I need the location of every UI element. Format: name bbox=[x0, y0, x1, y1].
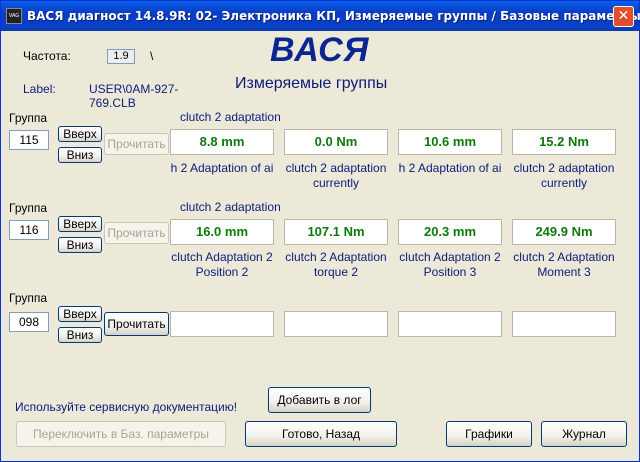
app-name-title: ВАСЯ bbox=[270, 31, 370, 69]
close-button[interactable]: ✕ bbox=[613, 6, 634, 27]
group-label: Группа bbox=[9, 111, 48, 125]
value-description-4: clutch 2 Adaptation Moment 3 bbox=[513, 250, 615, 279]
title-bar[interactable]: VAG ВАСЯ диагност 14.8.9R: 02- Электрони… bbox=[1, 1, 640, 31]
app-icon[interactable]: VAG bbox=[6, 8, 22, 24]
value-box-4: 15.2 Nm bbox=[512, 129, 616, 155]
value-box-1: 8.8 mm bbox=[170, 129, 274, 155]
frequency-label: Частота: bbox=[23, 49, 71, 63]
group-down-button[interactable]: Вниз bbox=[58, 327, 102, 343]
window-title: ВАСЯ диагност 14.8.9R: 02- Электроника К… bbox=[27, 9, 640, 23]
value-box-4: 249.9 Nm bbox=[512, 219, 616, 245]
group-down-button[interactable]: Вниз bbox=[58, 147, 102, 163]
switch-basic-params-button[interactable]: Переключить в Баз. параметры bbox=[16, 421, 226, 447]
log-button[interactable]: Журнал bbox=[541, 421, 627, 447]
group-number-input[interactable]: 115 bbox=[9, 130, 49, 150]
group-up-button[interactable]: Вверх bbox=[58, 126, 102, 142]
group-number-input[interactable]: 116 bbox=[9, 220, 49, 240]
service-doc-hint: Используйте сервисную документацию! bbox=[15, 400, 238, 414]
group-label: Группа bbox=[9, 201, 48, 215]
group-down-button[interactable]: Вниз bbox=[58, 237, 102, 253]
read-button[interactable]: Прочитать bbox=[104, 312, 169, 336]
frequency-value: 1.9 bbox=[107, 49, 135, 64]
label-file-value: USER\0AM-927-769.CLB bbox=[89, 82, 179, 110]
value-box-1 bbox=[170, 311, 274, 337]
group-up-button[interactable]: Вверх bbox=[58, 306, 102, 322]
client-area: Частота: 1.9 \ ВАСЯ Label: USER\0AM-927-… bbox=[4, 31, 636, 459]
group-label: Группа bbox=[9, 291, 48, 305]
value-box-3: 10.6 mm bbox=[398, 129, 502, 155]
graphs-button[interactable]: Графики bbox=[446, 421, 532, 447]
read-button[interactable]: Прочитать bbox=[104, 222, 169, 244]
group-up-button[interactable]: Вверх bbox=[58, 216, 102, 232]
value-description-2: clutch 2 adaptation currently bbox=[285, 161, 387, 190]
value-box-1: 16.0 mm bbox=[170, 219, 274, 245]
value-description-3: h 2 Adaptation of ai bbox=[398, 161, 502, 175]
value-description-3: clutch Adaptation 2 Position 3 bbox=[399, 250, 501, 279]
app-window: VAG ВАСЯ диагност 14.8.9R: 02- Электрони… bbox=[0, 0, 640, 462]
value-box-3 bbox=[398, 311, 502, 337]
add-to-log-button[interactable]: Добавить в лог bbox=[268, 387, 371, 413]
value-description-1: h 2 Adaptation of ai bbox=[170, 161, 274, 175]
value-box-2: 107.1 Nm bbox=[284, 219, 388, 245]
value-box-4 bbox=[512, 311, 616, 337]
done-back-button[interactable]: Готово, Назад bbox=[245, 421, 397, 447]
value-description-2: clutch 2 Adaptation torque 2 bbox=[285, 250, 387, 279]
value-box-3: 20.3 mm bbox=[398, 219, 502, 245]
page-subtitle: Измеряемые группы bbox=[235, 75, 388, 92]
value-description-4: clutch 2 adaptation currently bbox=[513, 161, 615, 190]
value-box-2: 0.0 Nm bbox=[284, 129, 388, 155]
group-number-input[interactable]: 098 bbox=[9, 312, 49, 332]
label-caption: Label: bbox=[23, 82, 56, 96]
group-header: clutch 2 adaptation bbox=[180, 110, 281, 124]
value-box-2 bbox=[284, 311, 388, 337]
value-description-1: clutch Adaptation 2 Position 2 bbox=[171, 250, 273, 279]
read-button[interactable]: Прочитать bbox=[104, 133, 169, 155]
group-header: clutch 2 adaptation bbox=[180, 200, 281, 214]
frequency-extra: \ bbox=[150, 49, 154, 63]
